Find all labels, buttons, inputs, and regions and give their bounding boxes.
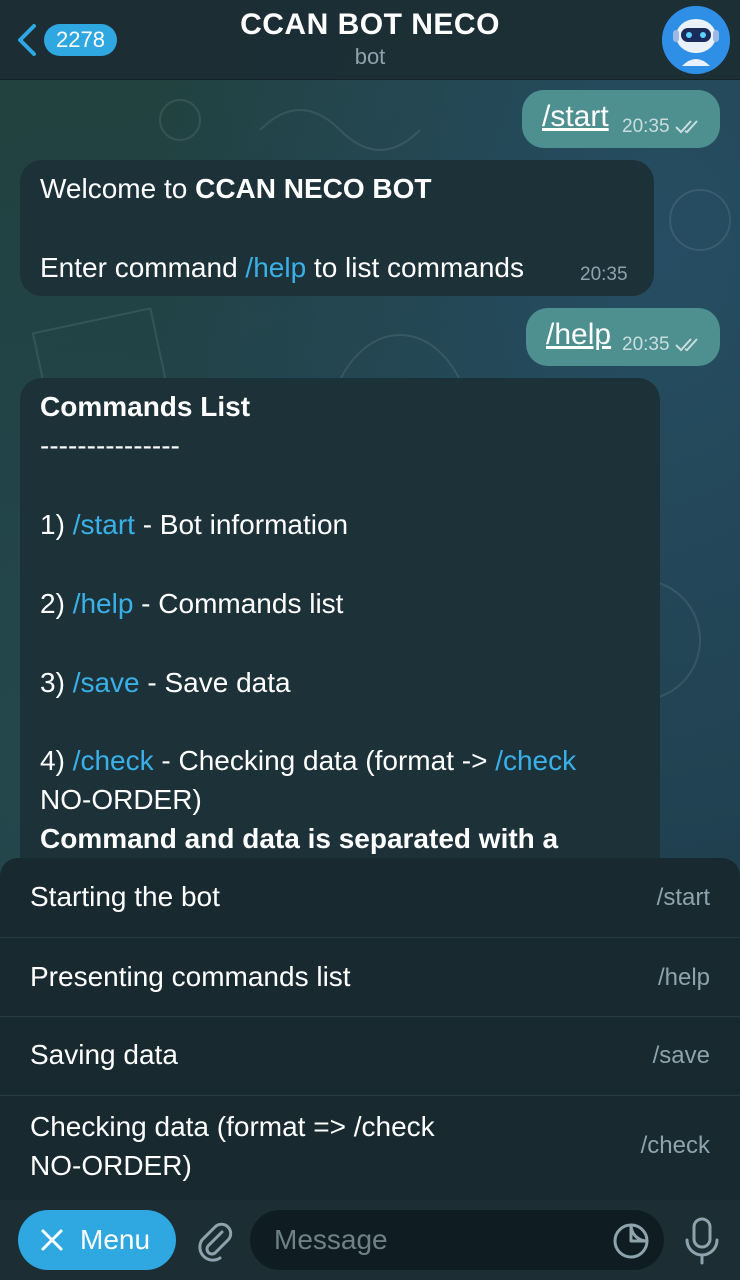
message-input-bar: Menu Message (0, 1200, 740, 1280)
outgoing-message[interactable]: /start 20:35 (522, 90, 720, 148)
command-description: NO-ORDER) (30, 1150, 192, 1181)
command-name: /check (640, 1132, 710, 1159)
unread-count-badge[interactable]: 2278 (44, 24, 117, 56)
command-description: Starting the bot (30, 881, 220, 912)
menu-label: Menu (80, 1224, 151, 1255)
message-meta: 20:35 (580, 264, 628, 286)
item-number: 1) (40, 509, 73, 540)
incoming-message: Welcome to CCAN NECO BOT Enter command /… (20, 160, 654, 296)
sticker-icon[interactable] (612, 1222, 650, 1260)
microphone-icon[interactable] (682, 1216, 722, 1266)
check-command-link[interactable]: /check (495, 745, 576, 776)
bot-name: CCAN NECO BOT (195, 173, 432, 204)
message-meta: 20:35 (622, 116, 702, 138)
bot-command-panel: Starting the bot /start Presenting comma… (0, 858, 740, 1200)
command-suggestion-start[interactable]: Starting the bot /start (0, 858, 740, 938)
command-suggestion-help[interactable]: Presenting commands list /help (0, 938, 740, 1017)
item-description: - Bot information (134, 509, 349, 540)
item-number: 4) (40, 745, 73, 776)
menu-button[interactable]: Menu (18, 1210, 176, 1270)
command-item: 4) /check - Checking data (format -> /ch… (40, 741, 576, 781)
double-check-icon (674, 120, 698, 134)
message-command-link[interactable]: /start (542, 100, 609, 134)
help-command-link[interactable]: /help (245, 252, 306, 283)
command-item: 2) /help - Commands list (40, 584, 343, 624)
save-command-link[interactable]: /save (73, 667, 140, 698)
robot-avatar-icon (662, 6, 730, 74)
command-description: Presenting commands list (30, 961, 351, 992)
chevron-left-icon[interactable] (12, 20, 42, 60)
command-name: /start (656, 884, 710, 911)
separator-note: Command and data is separated with a (40, 823, 559, 854)
command-item-continuation: NO-ORDER) (40, 784, 202, 815)
commands-list-divider: --------------- (40, 430, 180, 461)
message-time: 20:35 (622, 116, 670, 137)
item-description: - Commands list (133, 588, 344, 619)
instruction-suffix: to list commands (306, 252, 524, 283)
item-description: - Save data (139, 667, 291, 698)
command-name: /save (652, 1042, 710, 1069)
check-command-link[interactable]: /check (73, 745, 154, 776)
double-check-icon (674, 338, 698, 352)
item-number: 3) (40, 667, 73, 698)
command-name: /help (657, 964, 710, 991)
item-description: - Checking data (format -> (153, 745, 496, 776)
commands-list-title: Commands List (40, 391, 251, 422)
message-input[interactable]: Message (250, 1210, 664, 1270)
message-text: Enter command /help to list commands (40, 248, 524, 288)
incoming-message: Commands List --------------- 1) /start … (20, 378, 660, 878)
instruction-prefix: Enter command (40, 252, 246, 283)
command-item: 3) /save - Save data (40, 663, 291, 703)
paperclip-icon[interactable] (192, 1218, 236, 1262)
message-time: 20:35 (580, 264, 628, 285)
message-command-link[interactable]: /help (546, 318, 611, 352)
message-placeholder: Message (274, 1224, 388, 1255)
item-number: 2) (40, 588, 73, 619)
chat-header: 2278 CCAN BOT NECO bot (0, 0, 740, 80)
close-icon (41, 1229, 63, 1251)
bot-avatar[interactable] (662, 6, 730, 74)
chat-subtitle: bot (354, 44, 386, 69)
command-description: Saving data (30, 1039, 178, 1070)
command-item: 1) /start - Bot information (40, 505, 348, 545)
message-meta: 20:35 (622, 334, 702, 356)
command-suggestion-check[interactable]: Checking data (format => /check NO-ORDER… (0, 1096, 740, 1200)
outgoing-message[interactable]: /help 20:35 (526, 308, 720, 366)
message-text: Welcome to CCAN NECO BOT (40, 169, 432, 209)
command-suggestion-save[interactable]: Saving data /save (0, 1017, 740, 1096)
message-time: 20:35 (622, 334, 670, 355)
welcome-prefix: Welcome to (40, 173, 196, 204)
help-command-link[interactable]: /help (73, 588, 134, 619)
chat-title[interactable]: CCAN BOT NECO (170, 8, 570, 42)
command-description: Checking data (format => /check (30, 1111, 435, 1142)
start-command-link[interactable]: /start (73, 509, 135, 540)
